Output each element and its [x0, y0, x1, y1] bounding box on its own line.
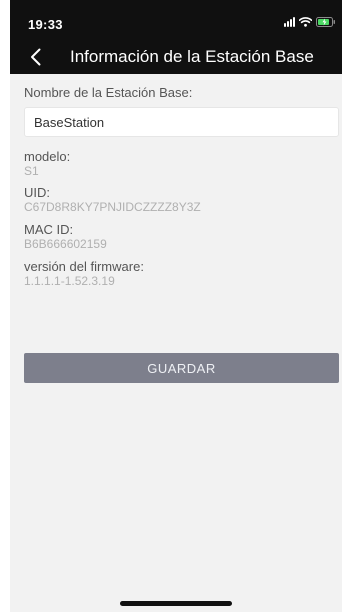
signal-icon: [284, 17, 295, 27]
firmware-version-label: versión del firmware:: [24, 259, 144, 274]
firmware-version-value: 1.1.1.1-1.52.3.19: [24, 274, 115, 288]
back-button[interactable]: [22, 43, 48, 71]
mac-id-value: B6B666602159: [24, 237, 107, 251]
mac-id-label: MAC ID:: [24, 222, 74, 237]
status-time: 19:33: [28, 17, 63, 32]
status-icons: [284, 17, 336, 27]
chevron-left-icon: [30, 48, 40, 66]
uid-value: C67D8R8KY7PNJIDCZZZZ8Y3Z: [24, 200, 201, 214]
page-title: Información de la Estación Base: [70, 47, 314, 66]
uid-label: UID:: [24, 185, 50, 200]
save-button[interactable]: GUARDAR: [24, 353, 339, 383]
model-value: S1: [24, 164, 39, 178]
wifi-icon: [299, 17, 312, 27]
navigation-bar: Información de la Estación Base: [10, 40, 342, 74]
model-label: modelo:: [24, 149, 71, 164]
top-bar: 19:33 Información de la Estación Base: [10, 0, 342, 74]
battery-charging-icon: [316, 17, 336, 27]
station-name-label: Nombre de la Estación Base:: [24, 85, 193, 100]
status-bar: 19:33: [10, 0, 342, 36]
app-screen: 19:33 Información de la Estación Base No…: [10, 0, 342, 612]
station-name-input[interactable]: [24, 107, 339, 137]
home-indicator: [120, 601, 232, 606]
